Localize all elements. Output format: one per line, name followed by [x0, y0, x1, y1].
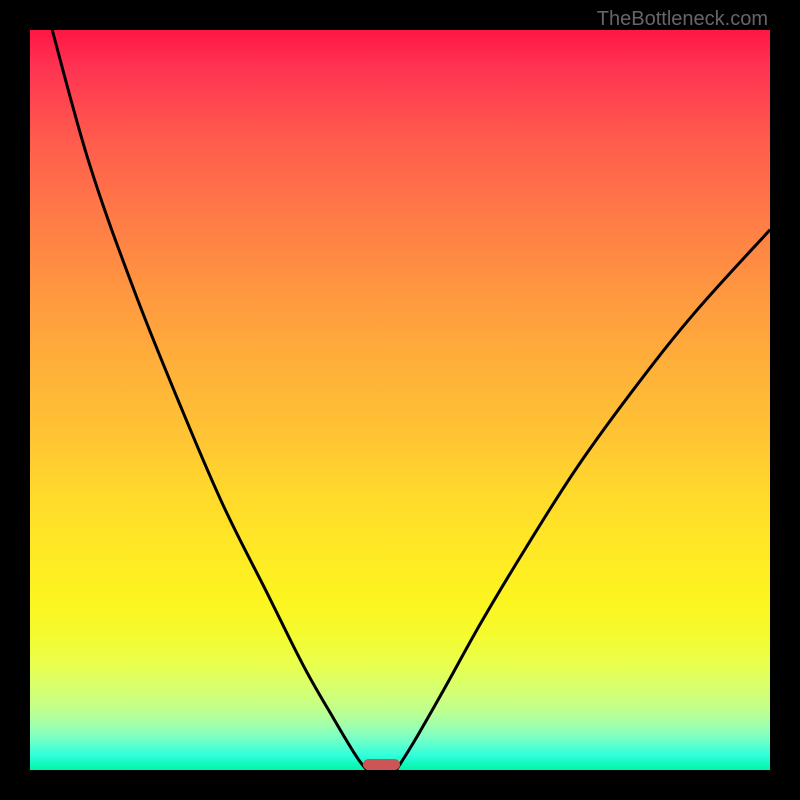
curve-right-segment	[396, 230, 770, 770]
chart-plot-area	[30, 30, 770, 770]
bottleneck-curve	[30, 30, 770, 770]
curve-left-segment	[52, 30, 367, 770]
watermark-text: TheBottleneck.com	[597, 8, 768, 31]
optimal-range-marker	[363, 759, 400, 770]
